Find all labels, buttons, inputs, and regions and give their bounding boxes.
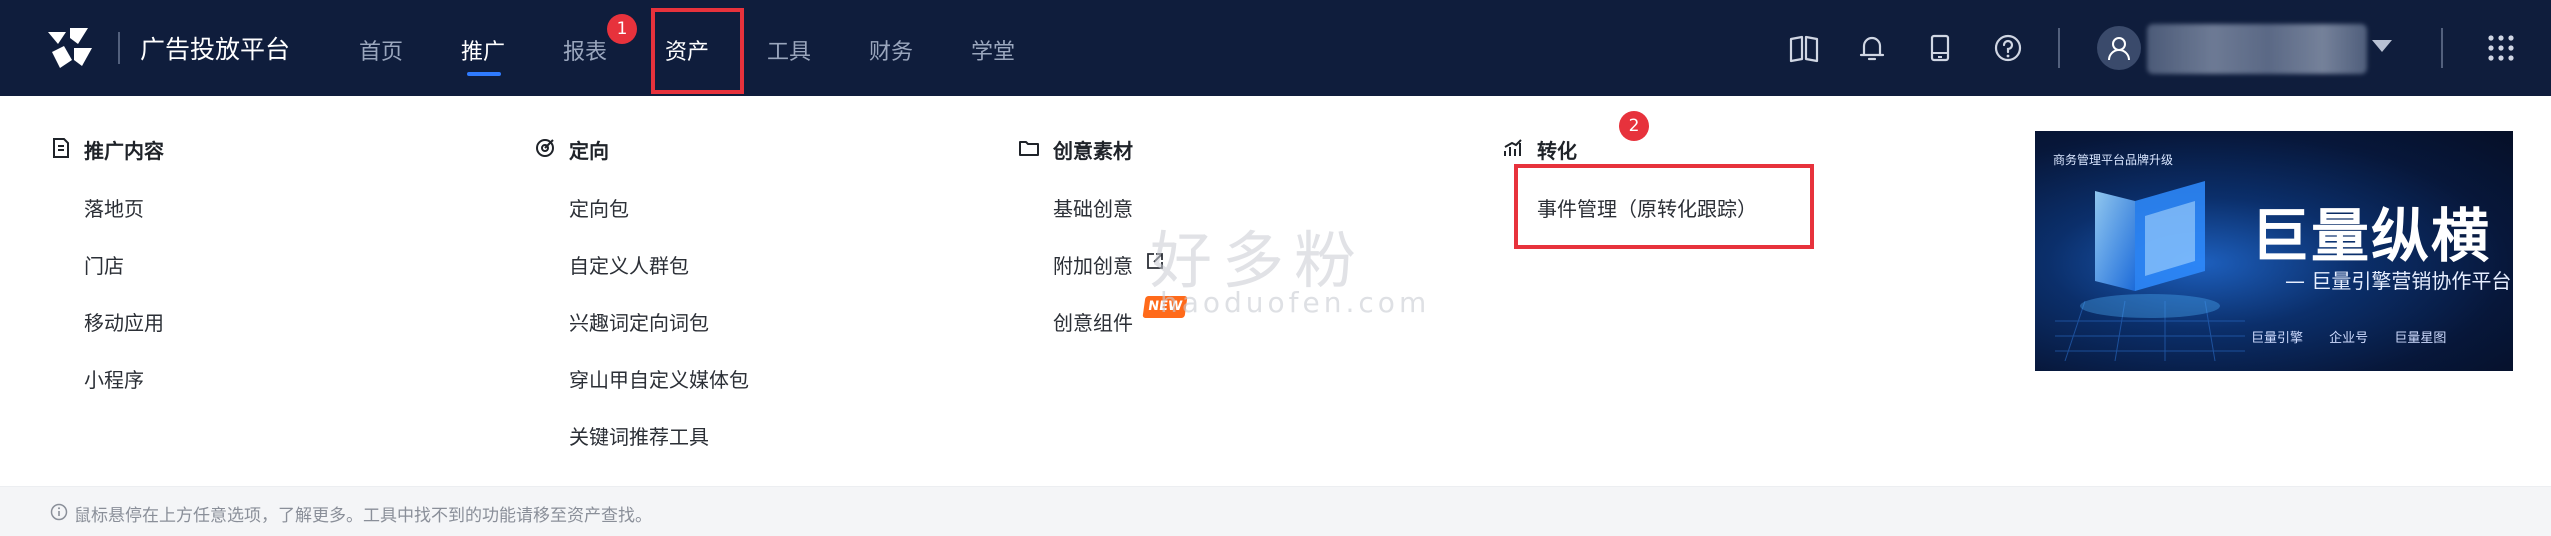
- menu-item-custom-audience[interactable]: 自定义人群包: [569, 250, 689, 279]
- nav-reports[interactable]: 报表: [563, 34, 607, 66]
- menu-item-basic-creative[interactable]: 基础创意: [1053, 193, 1133, 222]
- footer-hint-text: 鼠标悬停在上方任意选项，了解更多。工具中找不到的功能请移至资产查找。: [74, 506, 652, 526]
- info-icon: [50, 503, 68, 521]
- banner-subtitle: — 巨量引擎营销协作平台 —: [2285, 269, 2513, 293]
- chart-icon: [1504, 139, 1522, 156]
- menu-item-mini-program[interactable]: 小程序: [84, 364, 144, 393]
- nav-home[interactable]: 首页: [359, 34, 403, 66]
- column-heading-promotion-content: 推广内容: [84, 139, 164, 163]
- column-heading-targeting: 定向: [569, 139, 609, 163]
- menu-item-additional-creative[interactable]: 附加创意: [1053, 250, 1133, 279]
- hint-footer: 鼠标悬停在上方任意选项，了解更多。工具中找不到的功能请移至资产查找。: [0, 486, 2551, 536]
- nav-active-indicator: [467, 72, 501, 76]
- promo-banner[interactable]: 商务管理平台品牌升级 巨量纵横 — 巨量引擎营销协作平台 — 巨量引擎 企业号 …: [2035, 131, 2513, 371]
- menu-item-store[interactable]: 门店: [84, 250, 124, 279]
- nav-promotion[interactable]: 推广: [461, 34, 505, 66]
- menu-item-pangle-media-package[interactable]: 穿山甲自定义媒体包: [569, 364, 749, 393]
- banner-top-text: 商务管理平台品牌升级: [2053, 153, 2174, 167]
- menu-item-event-management[interactable]: 事件管理（原转化跟踪）: [1537, 193, 1757, 222]
- nav-tools[interactable]: 工具: [767, 34, 811, 66]
- folder-icon: [1019, 141, 1039, 156]
- tablet-icon[interactable]: [1922, 30, 1958, 66]
- menu-item-targeting-package[interactable]: 定向包: [569, 193, 629, 222]
- chevron-down-icon[interactable]: [2372, 40, 2392, 52]
- step-badge-1: 1: [607, 14, 637, 44]
- column-heading-conversion: 转化: [1537, 139, 1577, 163]
- bell-icon[interactable]: [1854, 30, 1890, 66]
- document-icon: [53, 138, 69, 158]
- nav-divider: [2058, 28, 2060, 68]
- banner-brand: 巨量引擎: [2251, 331, 2304, 346]
- nav-divider: [2441, 28, 2443, 68]
- apps-grid-icon[interactable]: [2483, 30, 2519, 66]
- book-icon[interactable]: [1786, 30, 1822, 66]
- menu-item-interest-keywords[interactable]: 兴趣词定向词包: [569, 307, 709, 336]
- banner-graphic: [2055, 181, 2245, 361]
- menu-item-keyword-tool[interactable]: 关键词推荐工具: [569, 421, 709, 450]
- menu-item-mobile-app[interactable]: 移动应用: [84, 307, 164, 336]
- nav-finance[interactable]: 财务: [869, 34, 913, 66]
- banner-brand: 企业号: [2329, 331, 2369, 346]
- user-icon: [2108, 37, 2130, 61]
- column-heading-creative-assets: 创意素材: [1053, 139, 1133, 163]
- watermark-url: haoduofen.com: [1160, 286, 1431, 319]
- account-name-blurred[interactable]: [2147, 24, 2367, 74]
- target-icon: [536, 139, 554, 157]
- ocean-engine-logo[interactable]: [44, 24, 96, 72]
- help-icon[interactable]: [1990, 30, 2026, 66]
- nav-assets[interactable]: 资产: [665, 34, 709, 66]
- logo-divider: [118, 32, 120, 64]
- banner-brand-row: 巨量引擎 企业号 巨量星图: [2251, 327, 2468, 346]
- menu-item-landing-page[interactable]: 落地页: [84, 193, 144, 222]
- banner-brand: 巨量星图: [2394, 331, 2447, 346]
- menu-item-creative-components[interactable]: 创意组件: [1053, 307, 1133, 336]
- avatar[interactable]: [2097, 26, 2141, 70]
- top-navbar: 广告投放平台 首页 推广 报表 资产 工具 财务 学堂 1: [0, 0, 2551, 96]
- brand-title[interactable]: 广告投放平台: [140, 30, 290, 66]
- banner-title: 巨量纵横: [2251, 202, 2492, 270]
- step-badge-2: 2: [1619, 111, 1649, 141]
- nav-academy[interactable]: 学堂: [971, 34, 1015, 66]
